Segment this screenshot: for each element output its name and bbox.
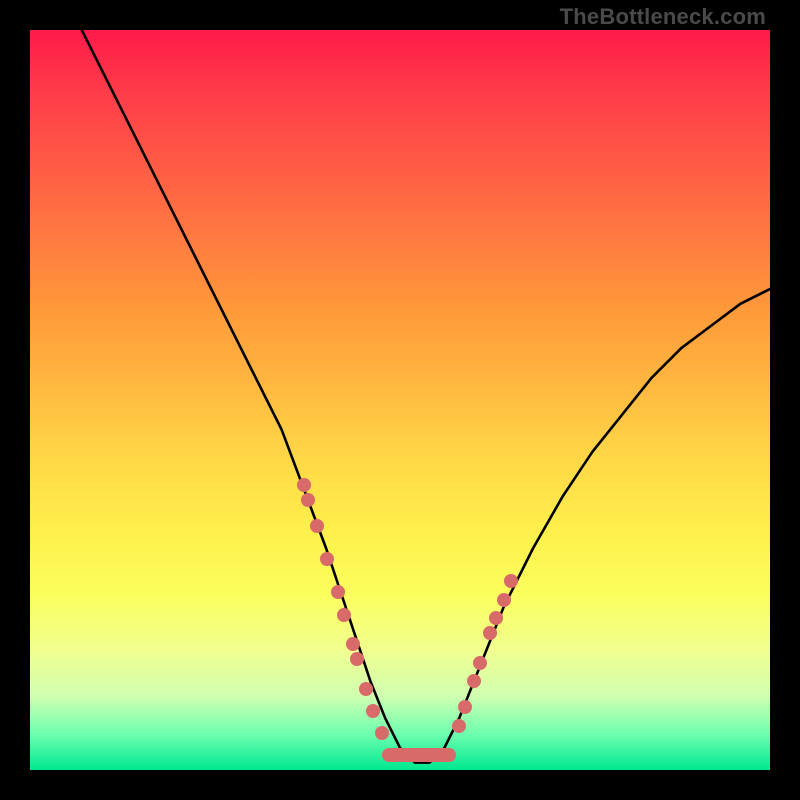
marker-dot-left — [366, 704, 380, 718]
marker-dot-right — [489, 611, 503, 625]
marker-dot-right — [452, 719, 466, 733]
marker-dot-right — [483, 626, 497, 640]
marker-dot-right — [467, 674, 481, 688]
plot-area — [30, 30, 770, 770]
bottleneck-curve — [82, 30, 770, 763]
marker-dot-left — [359, 682, 373, 696]
marker-dot-left — [297, 478, 311, 492]
marker-dot-left — [310, 519, 324, 533]
marker-dot-left — [320, 552, 334, 566]
marker-dot-left — [375, 726, 389, 740]
marker-dot-right — [458, 700, 472, 714]
marker-dot-right — [497, 593, 511, 607]
marker-dot-left — [350, 652, 364, 666]
marker-dot-left — [301, 493, 315, 507]
marker-bottom-pill — [382, 748, 456, 762]
curve-svg — [30, 30, 770, 770]
marker-dot-left — [331, 585, 345, 599]
chart-frame: TheBottleneck.com — [0, 0, 800, 800]
marker-dot-left — [346, 637, 360, 651]
marker-dot-right — [473, 656, 487, 670]
watermark-text: TheBottleneck.com — [560, 4, 766, 30]
marker-dot-left — [337, 608, 351, 622]
marker-dot-right — [504, 574, 518, 588]
